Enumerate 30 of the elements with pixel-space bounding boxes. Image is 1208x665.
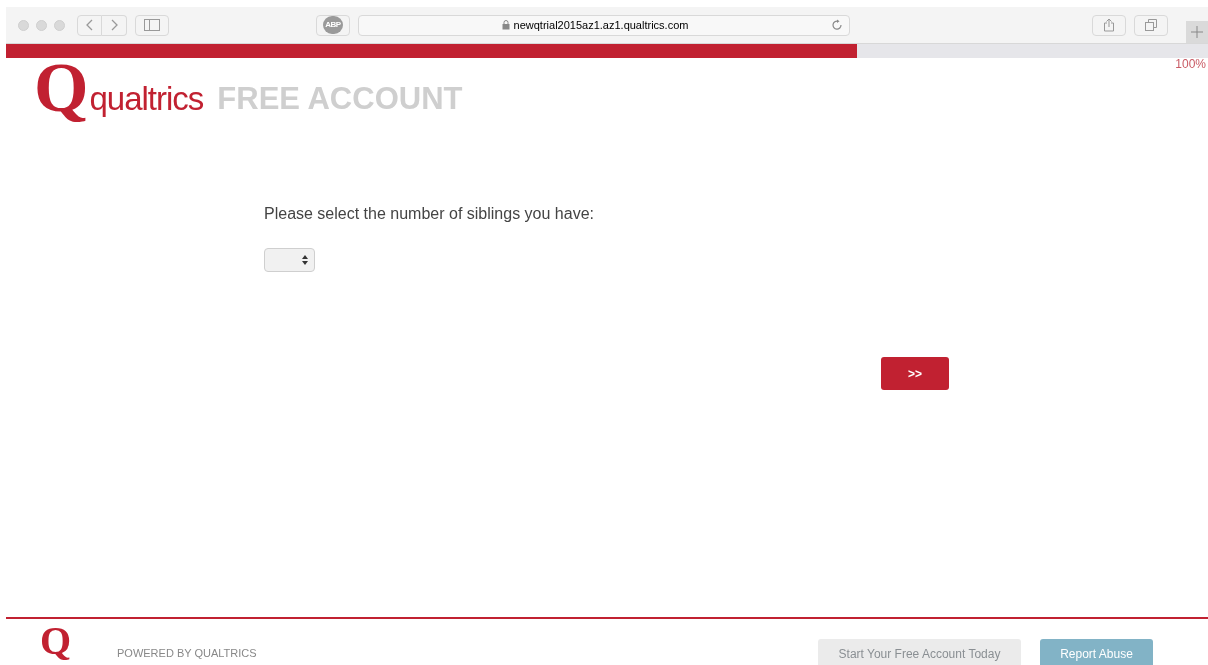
select-arrows-icon <box>302 255 308 265</box>
siblings-select[interactable] <box>264 248 315 272</box>
share-icon <box>1103 18 1115 32</box>
next-button[interactable]: >> <box>881 357 949 390</box>
window-control-icon[interactable] <box>54 19 65 31</box>
powered-by-text: POWERED BY QUALTRICS <box>117 646 257 661</box>
plus-icon <box>1191 26 1203 38</box>
tabs-icon <box>1145 19 1157 31</box>
reload-icon[interactable] <box>831 19 843 31</box>
new-tab-button[interactable] <box>1186 21 1208 43</box>
address-bar[interactable]: newqtrial2015az1.az1.qualtrics.com <box>358 14 850 36</box>
footer-logo-letter: Q <box>40 622 72 660</box>
window-control-icon[interactable] <box>18 19 29 31</box>
logo-wordmark: qualtrics <box>89 79 204 119</box>
chevron-left-icon <box>85 19 94 31</box>
forward-button[interactable] <box>102 14 127 36</box>
back-button[interactable] <box>77 14 102 36</box>
chevron-right-icon <box>110 19 118 31</box>
report-button[interactable]: Report Abuse <box>1040 639 1153 665</box>
question-text: Please select the number of siblings you have: <box>264 204 595 224</box>
sidebar-button[interactable] <box>135 14 169 36</box>
lock-icon <box>501 20 510 30</box>
sidebar-icon <box>144 19 160 31</box>
window-control-icon[interactable] <box>36 19 47 31</box>
signup-button[interactable]: Start Your Free Account Today <box>818 639 1021 665</box>
url-text: newqtrial2015az1.az1.qualtrics.com <box>513 17 689 33</box>
adblock-button[interactable]: ABP <box>316 14 350 36</box>
tabs-button[interactable] <box>1134 14 1168 36</box>
share-button[interactable] <box>1092 14 1126 36</box>
progress-reading: 100% <box>1175 57 1206 71</box>
